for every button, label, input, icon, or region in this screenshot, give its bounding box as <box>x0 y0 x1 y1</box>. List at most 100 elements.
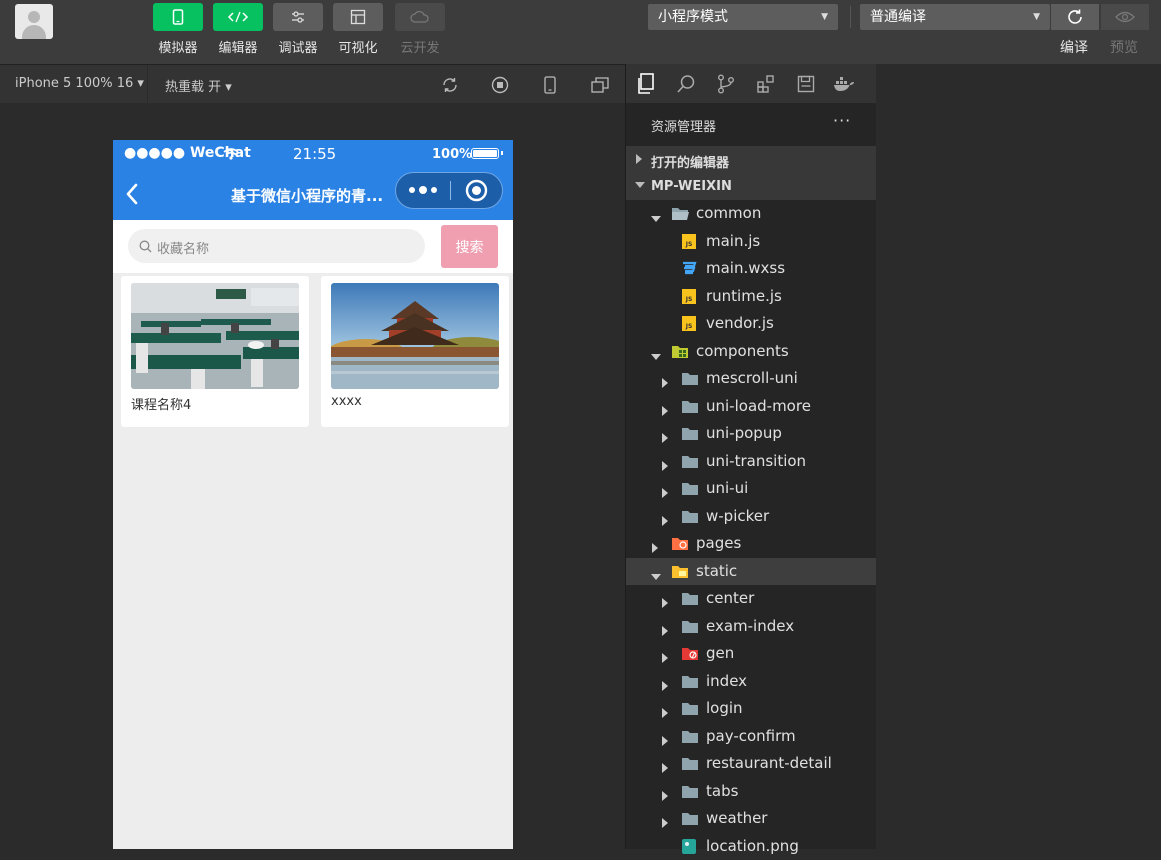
source-control-icon[interactable] <box>715 73 737 95</box>
tree-folder[interactable]: gen <box>626 640 876 667</box>
collection-card[interactable]: xxxx <box>321 276 509 427</box>
search-icon[interactable] <box>675 73 697 95</box>
compile-button[interactable] <box>1051 4 1099 30</box>
tree-folder[interactable]: pay-confirm <box>626 723 876 750</box>
chevron-right-icon[interactable] <box>661 649 669 667</box>
visualize-tool[interactable]: 可视化 <box>333 3 383 56</box>
stop-icon[interactable] <box>491 76 509 94</box>
tree-folder[interactable]: center <box>626 585 876 612</box>
chevron-right-icon <box>636 154 642 164</box>
tree-file[interactable]: location.png <box>626 833 876 860</box>
folder-icon <box>681 619 699 634</box>
close-circle-icon[interactable] <box>465 179 488 202</box>
tree-folder[interactable]: mescroll-uni <box>626 365 876 392</box>
tree-file[interactable]: JS runtime.js <box>626 283 876 310</box>
tree-folder[interactable]: static <box>626 557 876 585</box>
tree-folder[interactable]: login <box>626 695 876 722</box>
simbar-divider <box>147 65 148 104</box>
collection-card[interactable]: 课程名称4 <box>121 276 309 427</box>
tree-item-label: components <box>696 341 789 360</box>
more-actions-icon[interactable]: ··· <box>833 111 851 130</box>
tree-item-label: mescroll-uni <box>706 369 798 387</box>
docker-icon[interactable] <box>833 73 855 95</box>
folder-icon <box>681 591 699 606</box>
chevron-right-icon[interactable] <box>661 512 669 530</box>
editor-empty-area <box>876 64 1161 849</box>
tree-folder[interactable]: w-picker <box>626 503 876 530</box>
preview-label: 预览 <box>1110 40 1138 56</box>
tree-file[interactable]: JS main.js <box>626 228 876 255</box>
sliders-icon <box>273 3 323 31</box>
device-select[interactable]: iPhone 5 100% 16 ▾ <box>15 76 144 91</box>
tree-item-label: runtime.js <box>706 286 782 305</box>
search-button[interactable]: 搜索 <box>441 225 498 268</box>
open-editors-label: 打开的编辑器 <box>651 156 730 171</box>
extensions-icon[interactable] <box>755 73 777 95</box>
folder-open-icon <box>671 206 689 221</box>
chevron-down-icon: ▼ <box>821 12 828 22</box>
explorer-header: 资源管理器 <box>651 120 717 135</box>
tree-file[interactable]: main.wxss <box>626 255 876 282</box>
chevron-right-icon[interactable] <box>661 484 669 502</box>
tree-folder[interactable]: weather <box>626 805 876 832</box>
tree-folder[interactable]: tabs <box>626 778 876 805</box>
mini-program-capsule <box>395 172 503 209</box>
preview-button[interactable] <box>1101 4 1149 30</box>
mode-select[interactable]: 小程序模式 ▼ <box>648 4 838 30</box>
tree-item-label: pay-confirm <box>706 726 796 745</box>
popout-window-icon[interactable] <box>591 76 609 94</box>
folder-icon <box>681 509 699 524</box>
tree-file[interactable]: JS vendor.js <box>626 310 876 337</box>
image-file-icon <box>681 838 699 854</box>
compile-mode-select[interactable]: 普通编译 ▼ <box>860 4 1050 30</box>
chevron-down-icon[interactable] <box>651 567 661 585</box>
search-input[interactable]: 收藏名称 <box>128 229 425 263</box>
chevron-down-icon[interactable] <box>651 347 661 365</box>
debugger-tool[interactable]: 调试器 <box>273 3 323 56</box>
back-arrow-icon[interactable] <box>125 183 139 209</box>
cloud-dev-tool[interactable]: 云开发 <box>395 3 445 56</box>
chevron-right-icon[interactable] <box>661 677 669 695</box>
eye-icon <box>1115 11 1135 23</box>
tree-folder[interactable]: uni-popup <box>626 420 876 447</box>
chevron-right-icon[interactable] <box>661 374 669 392</box>
tree-folder[interactable]: components <box>626 338 876 365</box>
files-icon[interactable] <box>635 73 657 95</box>
tree-folder[interactable]: uni-load-more <box>626 393 876 420</box>
refresh-icon[interactable] <box>441 76 459 94</box>
user-avatar[interactable] <box>15 4 53 39</box>
hot-reload-toggle[interactable]: 热重载 开 ▾ <box>165 76 232 95</box>
tree-folder[interactable]: exam-index <box>626 613 876 640</box>
folder-icon <box>681 811 699 826</box>
chevron-down-icon[interactable] <box>651 209 661 227</box>
more-dots-icon[interactable] <box>408 183 438 197</box>
chevron-right-icon[interactable] <box>661 787 669 805</box>
chevron-right-icon[interactable] <box>661 759 669 777</box>
folder-icon <box>681 399 699 414</box>
chevron-right-icon[interactable] <box>661 704 669 722</box>
tree-item-label: uni-load-more <box>706 396 811 415</box>
chevron-right-icon[interactable] <box>661 402 669 420</box>
gen-folder-icon <box>681 646 699 661</box>
phone-icon[interactable] <box>541 76 559 94</box>
search-icon <box>139 240 152 253</box>
chevron-right-icon[interactable] <box>661 457 669 475</box>
tree-folder[interactable]: restaurant-detail <box>626 750 876 777</box>
tree-folder[interactable]: uni-ui <box>626 475 876 502</box>
tree-folder[interactable]: common <box>626 200 876 227</box>
chevron-right-icon[interactable] <box>661 732 669 750</box>
chevron-right-icon[interactable] <box>651 539 659 557</box>
chevron-right-icon[interactable] <box>661 594 669 612</box>
open-editors-section[interactable]: 打开的编辑器 <box>626 146 876 173</box>
save-icon[interactable] <box>795 73 817 95</box>
chevron-right-icon[interactable] <box>661 814 669 832</box>
tree-item-label: main.js <box>706 231 761 250</box>
tree-folder[interactable]: pages <box>626 530 876 557</box>
tree-folder[interactable]: index <box>626 668 876 695</box>
tree-folder[interactable]: uni-transition <box>626 448 876 475</box>
editor-tool[interactable]: 编辑器 <box>213 3 263 56</box>
project-root-section[interactable]: MP-WEIXIN <box>626 173 876 200</box>
chevron-right-icon[interactable] <box>661 622 669 640</box>
chevron-right-icon[interactable] <box>661 429 669 447</box>
simulator-tool[interactable]: 模拟器 <box>153 3 203 56</box>
